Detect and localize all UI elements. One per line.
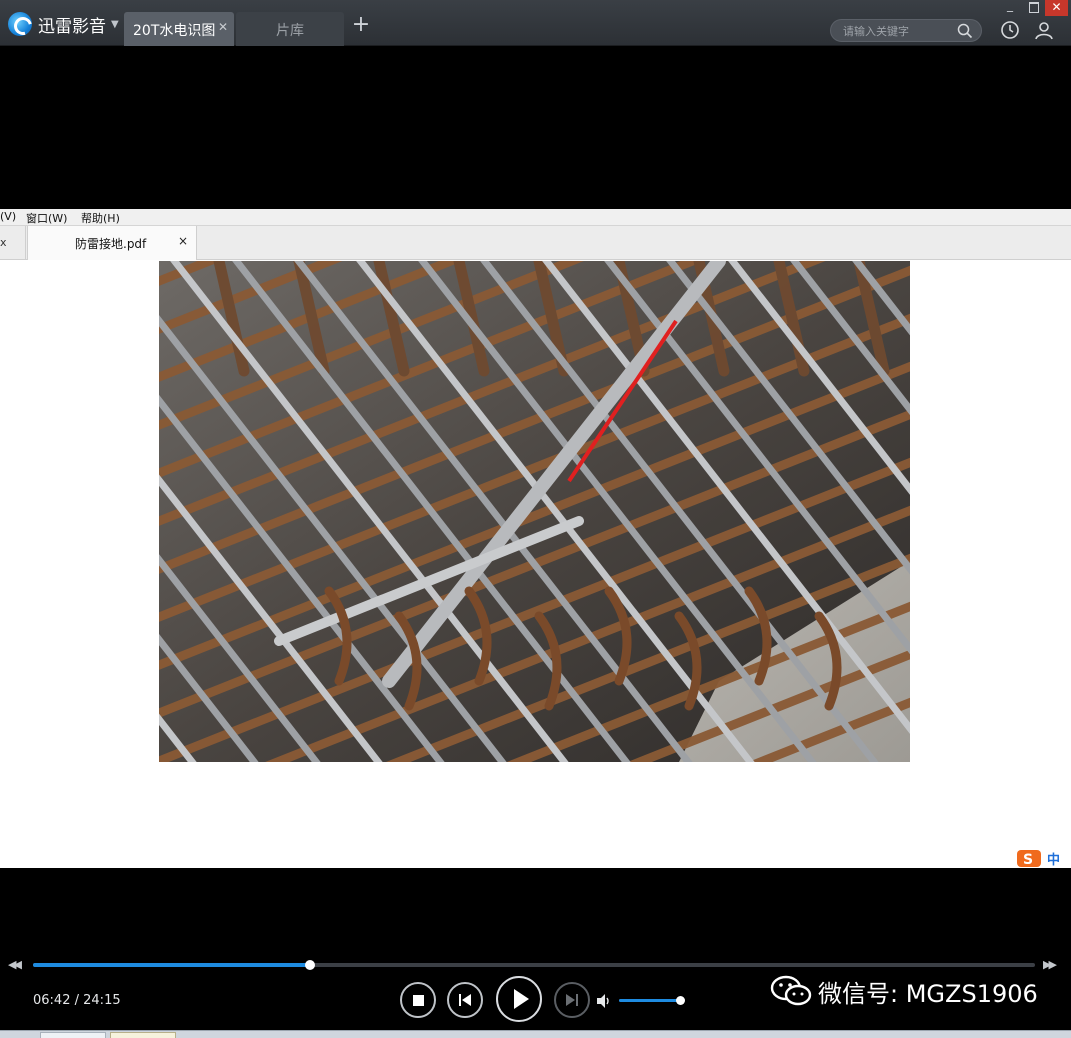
volume-fill	[619, 999, 680, 1002]
minimize-button[interactable]: _	[1001, 0, 1019, 14]
app-menu-button[interactable]: 迅雷影音 ▼	[8, 11, 119, 37]
svg-text:中: 中	[1047, 852, 1060, 868]
pdf-tab-prev: x	[0, 226, 26, 259]
search-icon[interactable]	[957, 23, 973, 39]
watermark-text: 微信号: MGZS1906	[818, 979, 1038, 1008]
tab-label: 片库	[276, 23, 304, 39]
close-window-button[interactable]: ✕	[1045, 0, 1068, 16]
close-icon[interactable]: ✕	[218, 20, 228, 34]
stop-icon	[413, 995, 424, 1006]
fast-forward-icon[interactable]: ▶▶	[1043, 958, 1057, 971]
search-input[interactable]	[843, 22, 953, 40]
wechat-icon	[770, 975, 812, 1006]
video-player-window: 迅雷影音 ▼ 20T水电识图 ✕ 片库 + _ ✕	[0, 0, 1071, 1038]
xunlei-logo-icon	[8, 12, 32, 36]
user-icon[interactable]	[1034, 20, 1054, 40]
app-name: 迅雷影音	[38, 16, 106, 37]
search-box	[830, 19, 982, 42]
ime-indicator: S 中	[1015, 849, 1071, 868]
pdf-tab: 防雷接地.pdf ×	[27, 226, 197, 260]
skip-next-icon	[566, 994, 578, 1006]
watermark: 微信号: MGZS1906	[770, 974, 1038, 1008]
skip-previous-icon	[459, 994, 471, 1006]
previous-button[interactable]	[447, 982, 483, 1018]
stop-button[interactable]	[400, 982, 436, 1018]
time-display: 06:42 / 24:15	[33, 993, 121, 1008]
plus-icon[interactable]: +	[350, 14, 372, 36]
maximize-button[interactable]	[1024, 0, 1042, 14]
taskbar-button[interactable]	[110, 1032, 176, 1038]
pdf-tabbar: x 防雷接地.pdf ×	[0, 226, 1071, 260]
rebar-photo	[159, 261, 910, 762]
volume-icon[interactable]	[596, 993, 612, 1009]
svg-text:S: S	[1023, 852, 1033, 868]
play-button[interactable]	[496, 976, 542, 1022]
tab-video[interactable]: 20T水电识图 ✕	[124, 12, 234, 46]
chevron-down-icon: ▼	[111, 18, 119, 30]
progress-thumb[interactable]	[304, 960, 315, 970]
progress-bar[interactable]	[33, 960, 1035, 970]
pdf-menu-view: (V)	[0, 210, 17, 223]
time-total: 24:15	[83, 993, 121, 1008]
video-frame[interactable]: (V) 窗口(W) 帮助(H) x 防雷接地.pdf × S 中	[0, 209, 1071, 868]
pdf-menu-help: 帮助(H)	[81, 212, 120, 225]
rewind-icon[interactable]: ◀◀	[8, 958, 22, 971]
taskbar-button[interactable]	[40, 1032, 106, 1038]
time-current: 06:42	[33, 993, 71, 1008]
pdf-menu-window: 窗口(W)	[26, 212, 68, 225]
progress-fill	[33, 963, 310, 967]
tab-library[interactable]: 片库	[236, 12, 344, 46]
time-separator: /	[74, 993, 79, 1008]
close-icon: ×	[177, 234, 188, 248]
next-button[interactable]	[554, 982, 590, 1018]
tab-label: 20T水电识图	[133, 23, 216, 39]
play-icon	[514, 989, 529, 1009]
pdf-tab-label: 防雷接地.pdf	[75, 237, 147, 251]
volume-slider[interactable]	[619, 996, 685, 1005]
pdf-menubar: (V) 窗口(W) 帮助(H)	[0, 209, 1071, 226]
taskbar	[0, 1030, 1071, 1038]
clock-icon[interactable]	[1000, 20, 1020, 40]
title-bar: 迅雷影音 ▼ 20T水电识图 ✕ 片库 + _ ✕	[0, 0, 1071, 46]
volume-thumb[interactable]	[675, 996, 685, 1005]
